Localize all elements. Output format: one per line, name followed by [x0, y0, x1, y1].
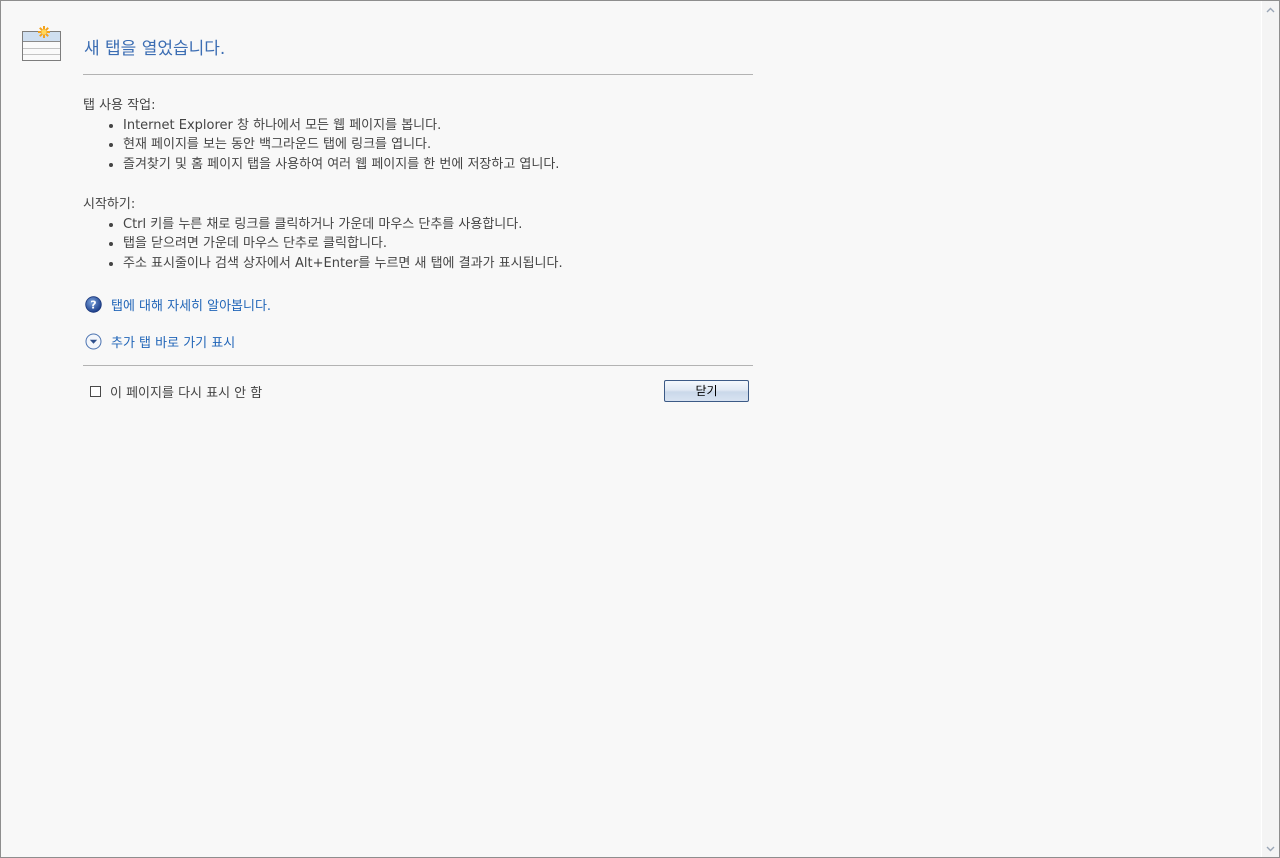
list-item: 즐겨찾기 및 홈 페이지 탭을 사용하여 여러 웹 페이지를 한 번에 저장하고…	[123, 155, 559, 175]
close-button[interactable]: 닫기	[664, 380, 749, 402]
section-heading: 시작하기:	[83, 197, 136, 212]
list-item: 현재 페이지를 보는 동안 백그라운드 탭에 링크를 엽니다.	[123, 135, 559, 155]
scroll-up-button[interactable]	[1263, 2, 1278, 17]
learn-about-tabs-link[interactable]: ? 탭에 대해 자세히 알아봅니다.	[85, 295, 271, 314]
section-tab-tasks: 탭 사용 작업: Internet Explorer 창 하나에서 모든 웹 페…	[83, 96, 559, 174]
expand-down-icon	[85, 333, 102, 350]
list-item: 탭을 닫으려면 가운데 마우스 단추로 클릭합니다.	[123, 234, 563, 254]
page-title: 새 탭을 열었습니다.	[84, 39, 226, 59]
help-icon: ?	[85, 296, 102, 313]
dont-show-again-checkbox[interactable]	[90, 386, 101, 397]
getting-started-list: Ctrl 키를 누른 채로 링크를 클릭하거나 가운데 마우스 단추를 사용합니…	[83, 215, 563, 274]
divider-top	[83, 74, 753, 75]
browser-content-frame: 새 탭을 열었습니다. 탭 사용 작업: Internet Explorer 창…	[0, 0, 1280, 858]
vertical-scrollbar[interactable]	[1261, 1, 1279, 857]
svg-text:?: ?	[90, 299, 96, 312]
tab-tasks-list: Internet Explorer 창 하나에서 모든 웹 페이지를 봅니다. …	[83, 116, 559, 175]
scroll-down-button[interactable]	[1263, 841, 1278, 856]
chevron-up-icon	[1266, 7, 1275, 12]
divider-bottom	[83, 365, 753, 366]
list-item: Internet Explorer 창 하나에서 모든 웹 페이지를 봅니다.	[123, 116, 559, 136]
dont-show-again-label[interactable]: 이 페이지를 다시 표시 안 함	[110, 382, 262, 401]
section-getting-started: 시작하기: Ctrl 키를 누른 채로 링크를 클릭하거나 가운데 마우스 단추…	[83, 195, 563, 273]
new-tab-icon	[21, 26, 63, 62]
dont-show-again-option[interactable]: 이 페이지를 다시 표시 안 함	[90, 382, 262, 401]
list-item: 주소 표시줄이나 검색 상자에서 Alt+Enter를 누르면 새 탭에 결과가…	[123, 254, 563, 274]
section-heading: 탭 사용 작업:	[83, 98, 156, 113]
show-more-tab-shortcuts-link[interactable]: 추가 탭 바로 가기 표시	[85, 332, 235, 351]
learn-about-tabs-text[interactable]: 탭에 대해 자세히 알아봅니다.	[111, 295, 271, 314]
list-item: Ctrl 키를 누른 채로 링크를 클릭하거나 가운데 마우스 단추를 사용합니…	[123, 215, 563, 235]
chevron-down-icon	[1266, 846, 1275, 851]
show-more-tab-shortcuts-text[interactable]: 추가 탭 바로 가기 표시	[111, 332, 235, 351]
